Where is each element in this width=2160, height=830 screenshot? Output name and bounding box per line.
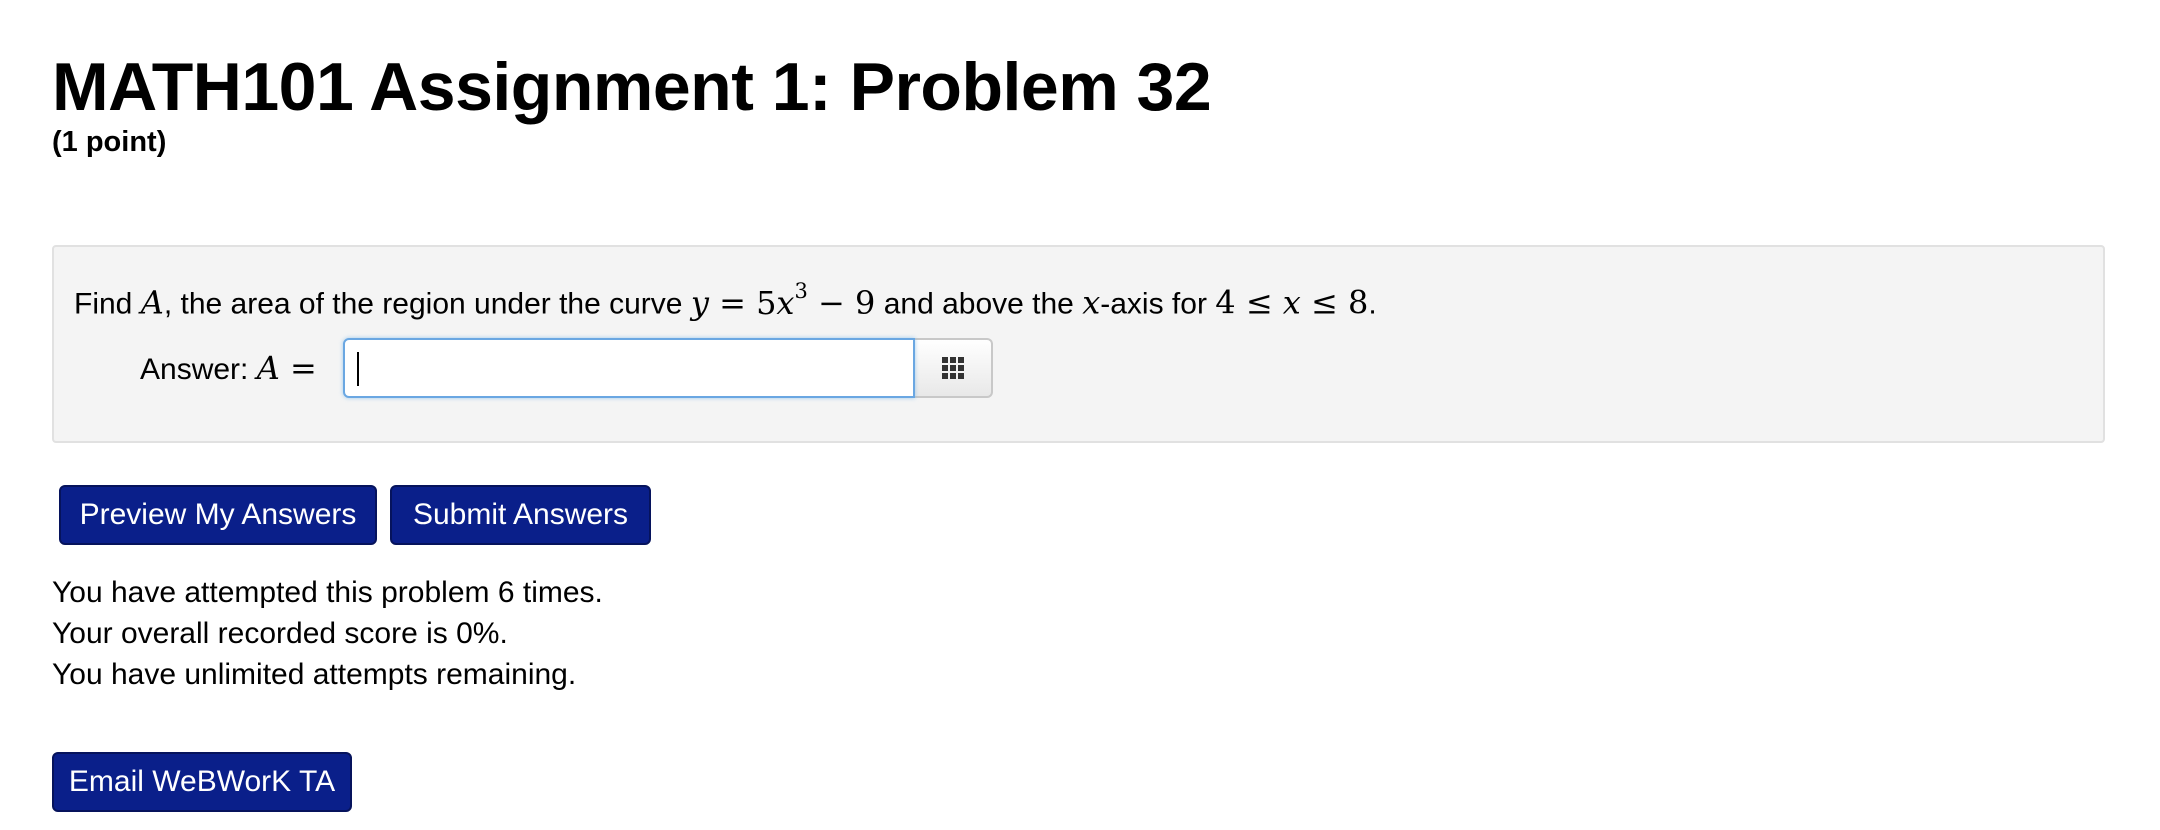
math-axis-var: x — [1082, 283, 1101, 322]
point-value: (1 point) — [52, 126, 167, 158]
math-curve-eq: = 5 — [708, 283, 777, 322]
math-bounds: 4 ≤ x ≤ 8 — [1215, 284, 1368, 322]
problem-period: . — [1368, 287, 1377, 321]
answer-label: Answer: A = — [140, 349, 317, 387]
problem-text-above: and above the — [875, 287, 1083, 321]
attempts-count-text: You have attempted this problem 6 times. — [52, 576, 603, 609]
answer-input[interactable] — [342, 338, 915, 398]
answer-label-text: Answer: — [140, 353, 257, 386]
math-curve-tail: − 9 — [807, 283, 876, 322]
answer-equals: = — [279, 349, 317, 387]
math-curve: y = 5x3 − 9 — [690, 279, 876, 322]
problem-statement: Find A, the area of the region under the… — [74, 265, 1377, 335]
problem-text-find: Find — [74, 287, 141, 321]
equation-editor-button[interactable] — [914, 338, 993, 398]
math-var-a: A — [140, 283, 164, 322]
math-bound-x: x — [1282, 283, 1301, 322]
remaining-attempts-text: You have unlimited attempts remaining. — [52, 658, 577, 691]
problem-box: Find A, the area of the region under the… — [52, 245, 2105, 443]
math-curve-y: y — [690, 283, 709, 322]
math-curve-x: x — [776, 283, 795, 322]
page-title: MATH101 Assignment 1: Problem 32 — [52, 49, 1212, 125]
text-caret — [356, 352, 359, 386]
submit-answers-button[interactable]: Submit Answers — [390, 485, 651, 545]
problem-page: MATH101 Assignment 1: Problem 32 (1 poin… — [0, 0, 2160, 830]
problem-text-axis: -axis for — [1100, 287, 1216, 321]
problem-text-area: , the area of the region under the curve — [163, 287, 691, 321]
answer-math-var: A — [256, 349, 280, 387]
math-bound-high: ≤ 8 — [1300, 283, 1369, 322]
math-curve-exponent: 3 — [794, 279, 808, 303]
grid-icon — [941, 357, 964, 379]
email-ta-button[interactable]: Email WeBWorK TA — [52, 752, 352, 812]
answer-input-group — [342, 338, 993, 398]
answer-row: Answer: A = — [140, 337, 993, 399]
preview-answers-button[interactable]: Preview My Answers — [59, 485, 377, 545]
attempt-status: You have attempted this problem 6 times.… — [52, 572, 603, 695]
math-bound-low: 4 ≤ — [1215, 283, 1283, 322]
score-text: Your overall recorded score is 0%. — [52, 617, 508, 650]
